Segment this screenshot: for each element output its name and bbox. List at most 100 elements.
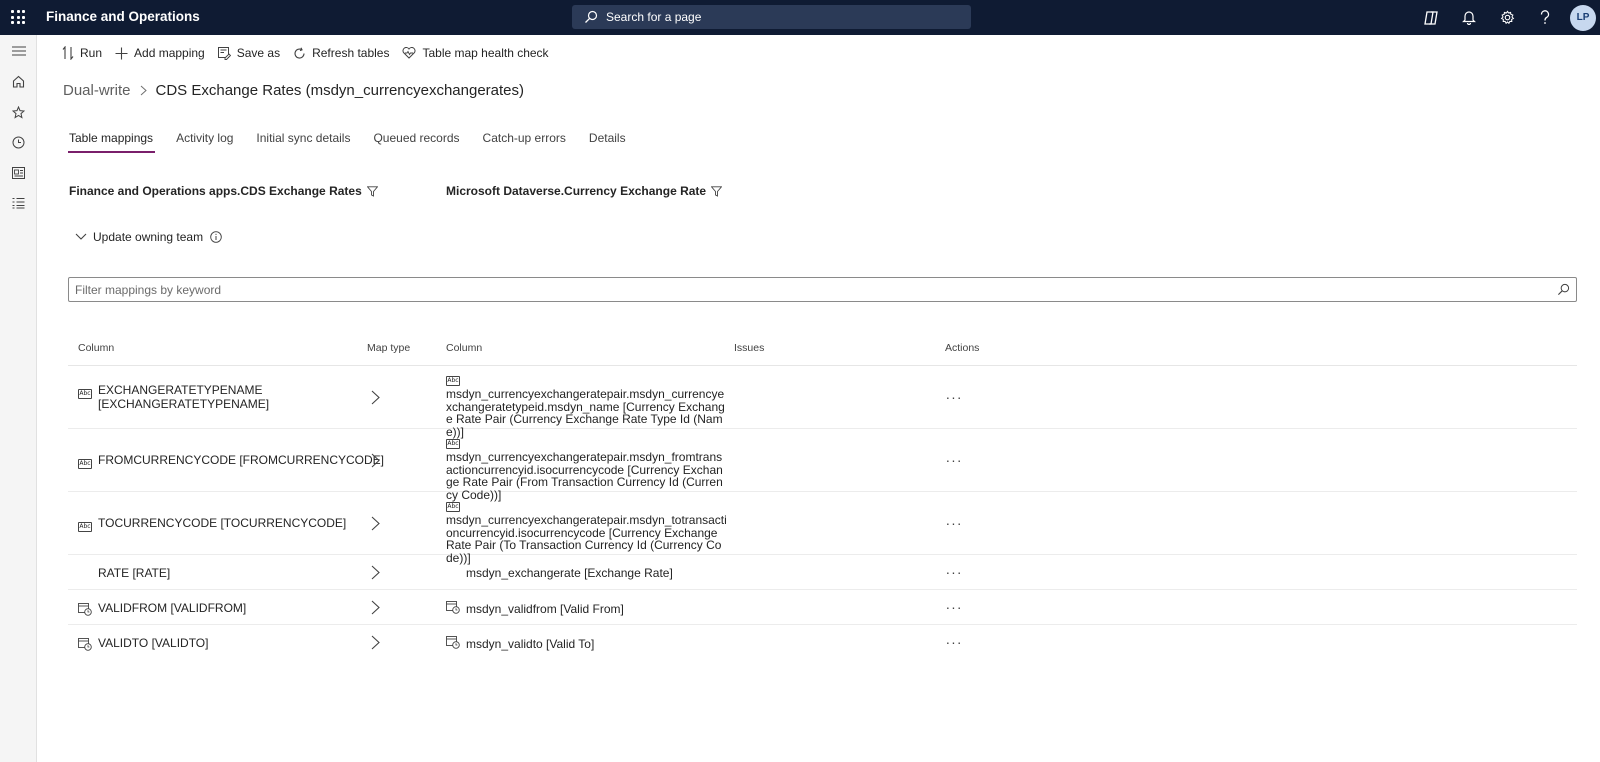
datetime-field-icon: [78, 637, 93, 654]
table-row[interactable]: Abc FROMCURRENCYCODE [FROMCURRENCYCODE] …: [68, 429, 1577, 501]
table-row[interactable]: Abc EXCHANGERATETYPENAME [EXCHANGERATETY…: [68, 366, 1577, 438]
tab-initial-sync-details[interactable]: Initial sync details: [256, 131, 350, 153]
save-as-button[interactable]: Save as: [217, 46, 281, 60]
copilot-icon[interactable]: [1412, 0, 1450, 35]
source-column-name: VALIDFROM [VALIDFROM]: [98, 601, 247, 615]
header-actions: Actions: [945, 342, 980, 354]
map-type-chevron-icon[interactable]: [364, 631, 386, 653]
plus-icon: [115, 47, 128, 59]
navigation-rail: [0, 35, 37, 762]
app-title[interactable]: Finance and Operations: [46, 9, 200, 24]
hamburger-menu-icon[interactable]: [0, 36, 37, 66]
text-field-icon: Abc: [78, 522, 92, 532]
settings-gear-icon[interactable]: [1488, 0, 1526, 35]
target-column-name: msdyn_validto [Valid To]: [466, 636, 595, 651]
filter-mappings-input[interactable]: [75, 282, 1550, 297]
table-row[interactable]: Abc TOCURRENCYCODE [TOCURRENCYCODE] Abc …: [68, 492, 1577, 564]
workspaces-icon[interactable]: [0, 158, 37, 188]
tab-table-mappings[interactable]: Table mappings: [67, 131, 156, 153]
target-column-name: msdyn_exchangerate [Exchange Rate]: [466, 566, 673, 580]
health-check-label: Table map health check: [422, 46, 549, 60]
filter-funnel-icon[interactable]: [711, 185, 723, 197]
header-issues[interactable]: Issues: [734, 342, 764, 354]
text-field-icon: Abc: [446, 439, 460, 449]
map-type-chevron-icon[interactable]: [364, 512, 386, 534]
update-owning-team-toggle[interactable]: Update owning team: [75, 230, 222, 244]
text-field-icon: Abc: [446, 502, 460, 512]
tab-queued-records[interactable]: Queued records: [373, 131, 459, 153]
add-mapping-label: Add mapping: [134, 46, 205, 60]
more-actions-icon[interactable]: ···: [942, 633, 966, 651]
tab-details[interactable]: Details: [589, 131, 626, 153]
more-actions-icon[interactable]: ···: [942, 451, 966, 469]
header-map-type[interactable]: Map type: [367, 342, 410, 354]
table-row[interactable]: VALIDTO [VALIDTO] msdyn_validto [Valid T…: [68, 625, 1577, 660]
chevron-down-icon: [75, 233, 87, 240]
modules-list-icon[interactable]: [0, 188, 37, 218]
filter-funnel-icon[interactable]: [366, 185, 378, 197]
save-as-icon: [217, 46, 231, 60]
header-target-column[interactable]: Column: [446, 342, 482, 354]
source-column-name: RATE [RATE]: [98, 566, 171, 580]
refresh-icon: [294, 47, 305, 59]
datetime-field-icon: [446, 635, 461, 652]
info-icon[interactable]: [210, 231, 222, 243]
source-entity-heading: Finance and Operations apps.CDS Exchange…: [69, 184, 378, 198]
target-column-name: msdyn_validfrom [Valid From]: [466, 601, 624, 616]
map-type-chevron-icon[interactable]: [364, 386, 386, 408]
refresh-tables-button[interactable]: Refresh tables: [293, 46, 389, 60]
search-icon[interactable]: [1550, 283, 1576, 296]
more-actions-icon[interactable]: ···: [942, 514, 966, 532]
add-mapping-button[interactable]: Add mapping: [115, 46, 205, 60]
user-avatar[interactable]: LP: [1570, 4, 1596, 31]
update-owning-team-label: Update owning team: [93, 230, 204, 244]
table-row[interactable]: RATE [RATE] msdyn_exchangerate [Exchange…: [68, 555, 1577, 590]
heart-pulse-icon: [402, 47, 416, 59]
text-field-icon: Abc: [78, 389, 92, 399]
home-icon[interactable]: [0, 66, 37, 96]
source-column-name: VALIDTO [VALIDTO]: [98, 636, 209, 650]
save-as-label: Save as: [236, 46, 281, 60]
more-actions-icon[interactable]: ···: [942, 598, 966, 616]
search-icon: [585, 10, 598, 23]
notifications-bell-icon[interactable]: [1450, 0, 1488, 35]
header-source-column[interactable]: Column: [78, 342, 114, 354]
mappings-table-header: Column Map type Column Issues Actions: [68, 338, 1577, 366]
help-icon[interactable]: [1526, 0, 1564, 35]
target-entity-name: Microsoft Dataverse.Currency Exchange Ra…: [446, 184, 707, 198]
source-column-name: TOCURRENCYCODE [TOCURRENCYCODE]: [98, 516, 347, 530]
run-button[interactable]: Run: [62, 46, 102, 60]
top-bar: Finance and Operations Search for a page…: [0, 0, 1600, 35]
recent-clock-icon[interactable]: [0, 127, 37, 157]
search-placeholder: Search for a page: [606, 10, 702, 24]
source-entity-name: Finance and Operations apps.CDS Exchange…: [69, 184, 362, 198]
more-actions-icon[interactable]: ···: [942, 388, 966, 406]
map-type-chevron-icon[interactable]: [364, 596, 386, 618]
datetime-field-icon: [78, 602, 93, 619]
refresh-tables-label: Refresh tables: [312, 46, 390, 60]
command-bar: Run Add mapping Save as Refresh tables T…: [37, 35, 562, 71]
source-column-name: FROMCURRENCYCODE [FROMCURRENCYCODE]: [98, 453, 385, 467]
source-column-name: EXCHANGERATETYPENAME [EXCHANGERATETYPENA…: [98, 383, 270, 411]
map-type-chevron-icon[interactable]: [364, 561, 386, 583]
more-actions-icon[interactable]: ···: [942, 563, 966, 581]
chevron-right-icon: [140, 85, 147, 96]
breadcrumb-dual-write[interactable]: Dual-write: [63, 82, 131, 99]
favorites-star-icon[interactable]: [0, 97, 37, 127]
text-field-icon: Abc: [78, 459, 92, 469]
app-launcher-icon[interactable]: [11, 10, 25, 24]
datetime-field-icon: [446, 600, 461, 617]
table-row[interactable]: VALIDFROM [VALIDFROM] msdyn_validfrom [V…: [68, 590, 1577, 625]
search-box[interactable]: Search for a page: [572, 5, 971, 29]
tab-list: Table mappings Activity log Initial sync…: [67, 131, 649, 153]
tab-catch-up-errors[interactable]: Catch-up errors: [483, 131, 566, 153]
run-arrows-icon: [62, 46, 74, 60]
target-entity-heading: Microsoft Dataverse.Currency Exchange Ra…: [446, 184, 723, 198]
page-title: CDS Exchange Rates (msdyn_currencyexchan…: [155, 82, 525, 99]
run-label: Run: [80, 46, 103, 60]
table-map-health-check-button[interactable]: Table map health check: [402, 46, 549, 60]
map-type-chevron-icon[interactable]: [364, 449, 386, 471]
tab-activity-log[interactable]: Activity log: [176, 131, 233, 153]
text-field-icon: Abc: [446, 376, 460, 386]
breadcrumb: Dual-write CDS Exchange Rates (msdyn_cur…: [63, 82, 524, 99]
